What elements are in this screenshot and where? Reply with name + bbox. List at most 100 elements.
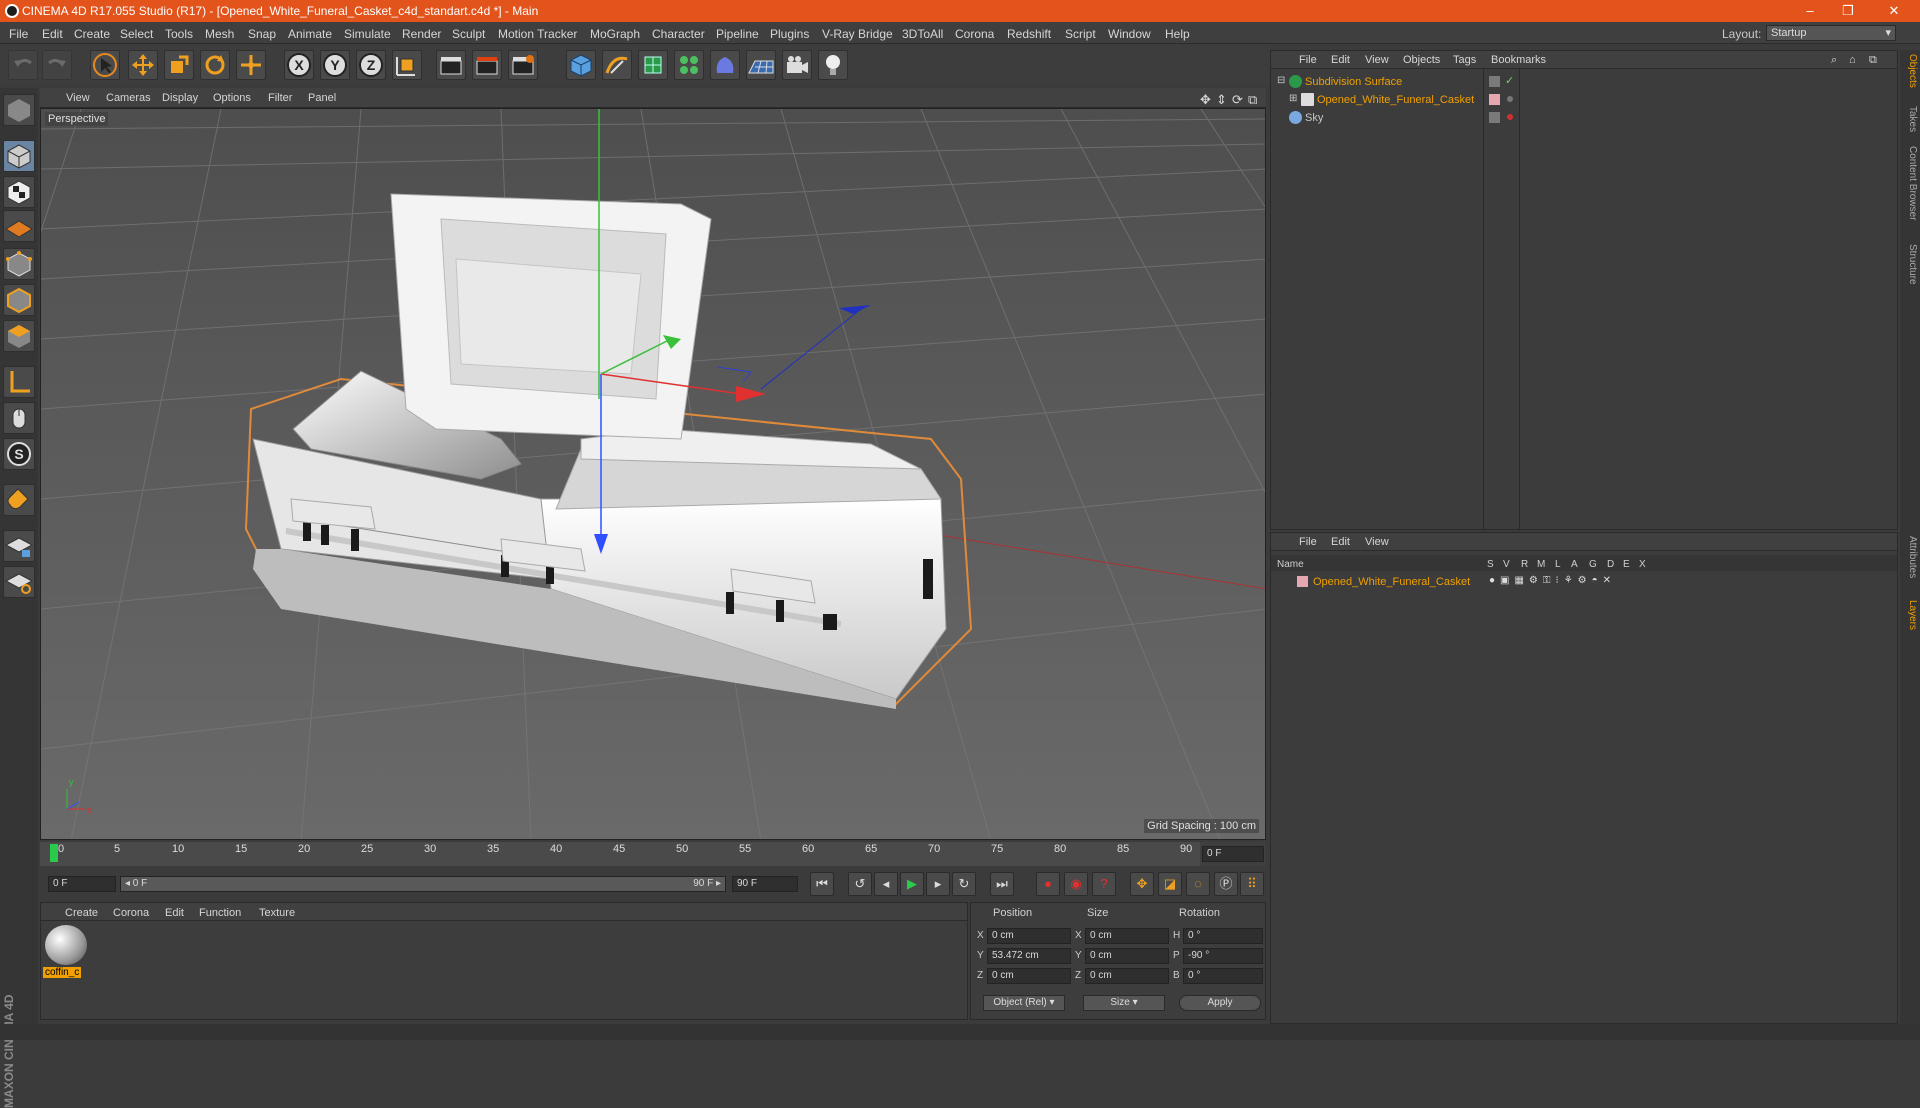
collapse-toggle-icon[interactable]: ⊟: [1277, 75, 1285, 86]
lock-workplane-button[interactable]: [3, 530, 35, 562]
menu-plugins[interactable]: Plugins: [770, 27, 809, 41]
viewport-menu-cameras[interactable]: Cameras: [106, 92, 151, 104]
timeline-ruler[interactable]: 0 5 10 15 20 25 30 35 40 45 50 55 60 65 …: [40, 842, 1266, 866]
menu-sculpt[interactable]: Sculpt: [452, 27, 485, 41]
menu-render[interactable]: Render: [402, 27, 441, 41]
add-cube-button[interactable]: [566, 50, 596, 80]
menu-corona[interactable]: Corona: [955, 27, 994, 41]
menu-create[interactable]: Create: [74, 27, 110, 41]
menu-character[interactable]: Character: [652, 27, 705, 41]
render-settings-button[interactable]: [508, 50, 538, 80]
perspective-viewport[interactable]: y x Perspective Grid Spacing : 100 cm: [40, 108, 1266, 840]
parameter-key-button[interactable]: Ⓟ: [1214, 872, 1238, 896]
previous-frame-button[interactable]: ◂: [874, 872, 898, 896]
menu-mograph[interactable]: MoGraph: [590, 27, 640, 41]
x-axis-lock-button[interactable]: X: [284, 50, 314, 80]
menu-redshift[interactable]: Redshift: [1007, 27, 1051, 41]
y-axis-lock-button[interactable]: Y: [320, 50, 350, 80]
viewport-menu-view[interactable]: View: [66, 92, 90, 104]
point-level-key-button[interactable]: ⠿: [1240, 872, 1264, 896]
previous-key-button[interactable]: ↺: [848, 872, 872, 896]
scale-tool-button[interactable]: [164, 50, 194, 80]
search-icon[interactable]: ⌕: [1831, 54, 1837, 67]
side-tab-takes[interactable]: Takes: [1902, 106, 1918, 132]
layout-select[interactable]: Startup ▾: [1766, 25, 1896, 41]
rotate-tool-button[interactable]: [200, 50, 230, 80]
layer-menu-edit[interactable]: Edit: [1331, 536, 1350, 548]
move-tool-button[interactable]: [128, 50, 158, 80]
add-spline-button[interactable]: [602, 50, 632, 80]
close-button[interactable]: ✕: [1876, 2, 1912, 20]
points-mode-button[interactable]: [3, 248, 35, 280]
home-icon[interactable]: ⌂: [1849, 54, 1856, 66]
minimize-button[interactable]: –: [1792, 2, 1828, 20]
menu-motion-tracker[interactable]: Motion Tracker: [498, 27, 577, 41]
coordinate-system-button[interactable]: [392, 50, 422, 80]
undo-button[interactable]: [8, 50, 38, 80]
layer-row-casket[interactable]: Opened_White_Funeral_Casket ●▣▦⚙⚿⁝⚘⚙◓✕: [1275, 573, 1895, 591]
scale-key-button[interactable]: ◪: [1158, 872, 1182, 896]
layer-menu-view[interactable]: View: [1365, 536, 1389, 548]
menu-edit[interactable]: Edit: [42, 27, 63, 41]
material-menu-function[interactable]: Function: [199, 907, 241, 919]
keyframe-selection-button[interactable]: ?: [1092, 872, 1116, 896]
material-menu-corona[interactable]: Corona: [113, 907, 149, 919]
menu-window[interactable]: Window: [1108, 27, 1151, 41]
coordinate-mode-dropdown[interactable]: Object (Rel) ▾: [983, 995, 1065, 1011]
layer-toggle-icons[interactable]: ●▣▦⚙⚿⁝⚘⚙◓✕: [1489, 575, 1616, 586]
side-tab-attributes[interactable]: Attributes: [1902, 536, 1918, 578]
menu-file[interactable]: File: [9, 27, 28, 41]
menu-3dtoall[interactable]: 3DToAll: [902, 27, 943, 41]
add-light-button[interactable]: [818, 50, 848, 80]
material-menu-create[interactable]: Create: [65, 907, 98, 919]
transform-tool-button[interactable]: [236, 50, 266, 80]
edges-mode-button[interactable]: [3, 284, 35, 316]
menu-select[interactable]: Select: [120, 27, 153, 41]
menu-simulate[interactable]: Simulate: [344, 27, 391, 41]
redo-button[interactable]: [42, 50, 72, 80]
object-row-subdivision-surface[interactable]: ⊟ Subdivision Surface ✓: [1275, 73, 1895, 91]
rotation-b-field[interactable]: 0 °: [1183, 968, 1263, 984]
workplane-mode-button[interactable]: [3, 210, 35, 242]
position-y-field[interactable]: 53.472 cm: [987, 948, 1071, 964]
menu-animate[interactable]: Animate: [288, 27, 332, 41]
model-mode-button[interactable]: [3, 140, 35, 172]
menu-script[interactable]: Script: [1065, 27, 1096, 41]
layer-color-swatch[interactable]: [1489, 112, 1500, 123]
layer-menu-file[interactable]: File: [1299, 536, 1317, 548]
menu-tools[interactable]: Tools: [165, 27, 193, 41]
render-picture-viewer-button[interactable]: [472, 50, 502, 80]
object-menu-edit[interactable]: Edit: [1331, 54, 1350, 66]
record-keyframe-button[interactable]: ●: [1036, 872, 1060, 896]
visibility-dot-icon[interactable]: [1507, 114, 1513, 120]
viewport-zoom-icon[interactable]: ⇕: [1216, 92, 1227, 108]
object-menu-view[interactable]: View: [1365, 54, 1389, 66]
size-x-field[interactable]: 0 cm: [1085, 928, 1169, 944]
goto-start-button[interactable]: ⏮: [810, 872, 834, 896]
expand-toggle-icon[interactable]: ⊞: [1289, 93, 1297, 104]
viewport-move-icon[interactable]: ✥: [1200, 92, 1211, 108]
current-frame-field[interactable]: 0 F: [1202, 846, 1264, 862]
material-menu-edit[interactable]: Edit: [165, 907, 184, 919]
object-menu-file[interactable]: File: [1299, 54, 1317, 66]
position-x-field[interactable]: 0 cm: [987, 928, 1071, 944]
object-menu-objects[interactable]: Objects: [1403, 54, 1440, 66]
magnet-tool-button[interactable]: [3, 484, 35, 516]
viewport-menu-panel[interactable]: Panel: [308, 92, 336, 104]
position-z-field[interactable]: 0 cm: [987, 968, 1071, 984]
size-z-field[interactable]: 0 cm: [1085, 968, 1169, 984]
layer-color-swatch[interactable]: [1489, 76, 1500, 87]
size-y-field[interactable]: 0 cm: [1085, 948, 1169, 964]
planar-workplane-button[interactable]: [3, 566, 35, 598]
next-frame-button[interactable]: ▸: [926, 872, 950, 896]
object-menu-tags[interactable]: Tags: [1453, 54, 1476, 66]
snapping-button[interactable]: S: [3, 438, 35, 470]
side-tab-content-browser[interactable]: Content Browser: [1902, 146, 1918, 220]
frame-range-slider[interactable]: ◂ 0 F 90 F ▸: [120, 876, 726, 892]
menu-help[interactable]: Help: [1165, 27, 1190, 41]
apply-button[interactable]: Apply: [1179, 995, 1261, 1011]
start-frame-field[interactable]: 0 F: [48, 876, 116, 892]
position-key-button[interactable]: ✥: [1130, 872, 1154, 896]
enabled-check-icon[interactable]: ✓: [1505, 74, 1514, 87]
render-view-button[interactable]: [436, 50, 466, 80]
